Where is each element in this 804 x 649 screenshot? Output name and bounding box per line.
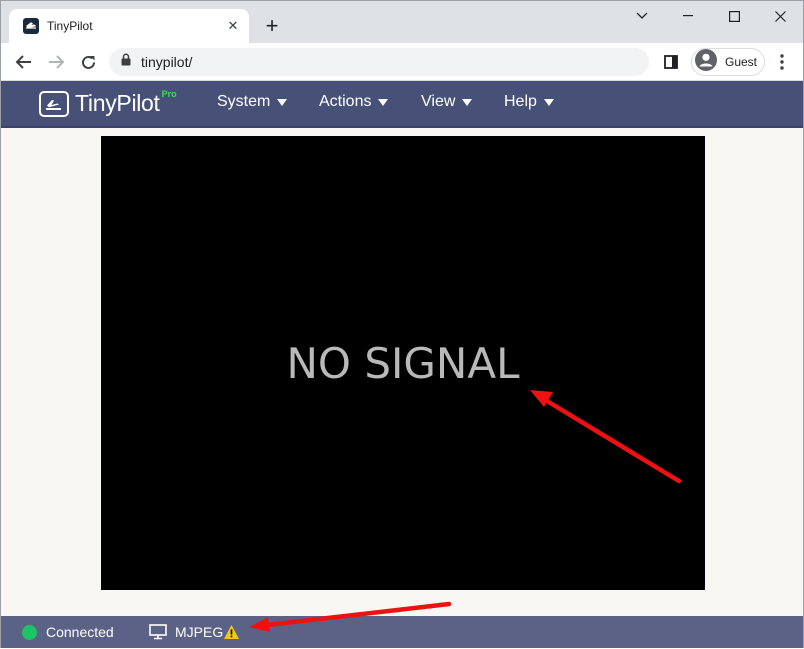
app-navbar: TinyPilot Pro System Actions View Help [1, 81, 803, 126]
browser-toolbar: tinypilot/ Guest [1, 43, 803, 81]
profile-avatar-icon [695, 48, 717, 76]
caret-down-icon [543, 98, 554, 106]
stream-mode[interactable]: MJPEG [175, 624, 223, 640]
profile-label: Guest [725, 55, 758, 69]
tinypilot-favicon [23, 18, 39, 34]
menu-view-label: View [421, 93, 456, 110]
menu-view[interactable]: View [421, 93, 473, 111]
tab-title: TinyPilot [47, 19, 93, 33]
chevron-down-icon[interactable] [619, 1, 665, 31]
menu-help-label: Help [504, 93, 537, 110]
menu-system[interactable]: System [217, 93, 288, 111]
kebab-menu-icon[interactable] [773, 51, 791, 73]
minimize-icon[interactable] [665, 1, 711, 31]
address-text[interactable]: tinypilot/ [141, 54, 192, 70]
no-signal-message: NO SIGNAL [286, 339, 520, 388]
side-panel-icon[interactable] [661, 52, 681, 72]
tinypilot-logo-icon [39, 90, 69, 117]
logo-text: TinyPilot [75, 90, 160, 116]
plus-icon[interactable]: + [259, 13, 285, 39]
menu-actions[interactable]: Actions [319, 93, 389, 111]
address-bar[interactable]: tinypilot/ [109, 48, 649, 76]
menu-help[interactable]: Help [504, 93, 554, 111]
window-close-icon[interactable] [757, 1, 803, 31]
tinypilot-logo[interactable]: TinyPilot Pro [39, 88, 177, 117]
caret-down-icon [277, 98, 288, 106]
reload-icon[interactable] [75, 50, 101, 74]
back-arrow-icon[interactable] [11, 50, 37, 74]
tab-strip: TinyPilot ✕ + [1, 1, 803, 43]
logo-pro-badge: Pro [161, 88, 177, 99]
remote-screen[interactable]: NO SIGNAL [101, 136, 705, 590]
connection-status: Connected [46, 624, 114, 640]
connection-indicator [22, 625, 37, 640]
maximize-icon[interactable] [711, 1, 757, 31]
monitor-icon [149, 624, 167, 640]
profile-button[interactable]: Guest [691, 48, 765, 76]
lock-icon [121, 53, 131, 71]
menu-system-label: System [217, 93, 271, 110]
caret-down-icon [378, 98, 389, 106]
browser-window: TinyPilot ✕ + tinypilot/ Guest TinyPilot… [0, 0, 804, 648]
menu-actions-label: Actions [319, 93, 372, 110]
browser-tab[interactable]: TinyPilot ✕ [9, 9, 249, 43]
caret-down-icon [462, 98, 473, 106]
status-bar: Connected MJPEG [1, 616, 803, 648]
forward-arrow-icon[interactable] [43, 50, 69, 74]
close-icon[interactable]: ✕ [225, 18, 241, 34]
warning-icon[interactable] [223, 624, 240, 640]
